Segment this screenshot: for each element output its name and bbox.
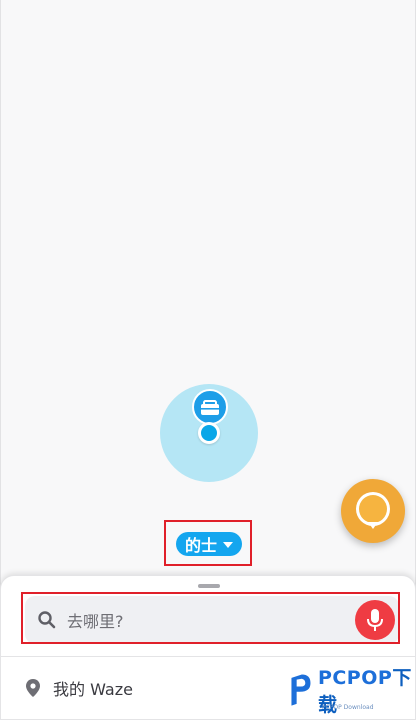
voice-search-button[interactable] (355, 600, 395, 640)
report-button[interactable] (341, 479, 405, 543)
briefcase-icon (201, 400, 219, 415)
drag-handle[interactable] (198, 584, 220, 588)
caret-down-icon (223, 542, 233, 548)
search-bar[interactable]: 去哪里? (25, 596, 399, 644)
pcpop-logo-icon (291, 674, 311, 706)
vehicle-type-selector[interactable]: 的士 (176, 532, 242, 556)
report-bubble-icon (356, 492, 390, 529)
vehicle-type-label: 的士 (184, 536, 217, 555)
watermark-brand: PCPOP (317, 667, 393, 689)
work-location-pin[interactable] (192, 389, 228, 425)
my-waze-label: 我的 Waze (53, 680, 133, 699)
divider (1, 656, 416, 657)
microphone-icon (367, 609, 383, 631)
my-waze-link[interactable]: 我的 Waze (25, 674, 133, 702)
current-location-dot (198, 422, 220, 444)
watermark-subtext: PCPOP Download (322, 704, 374, 711)
location-pin-icon (26, 679, 40, 697)
search-icon (38, 611, 56, 629)
watermark: PCPOP下载 PCPOP Download (288, 660, 416, 720)
search-placeholder: 去哪里? (67, 612, 124, 631)
